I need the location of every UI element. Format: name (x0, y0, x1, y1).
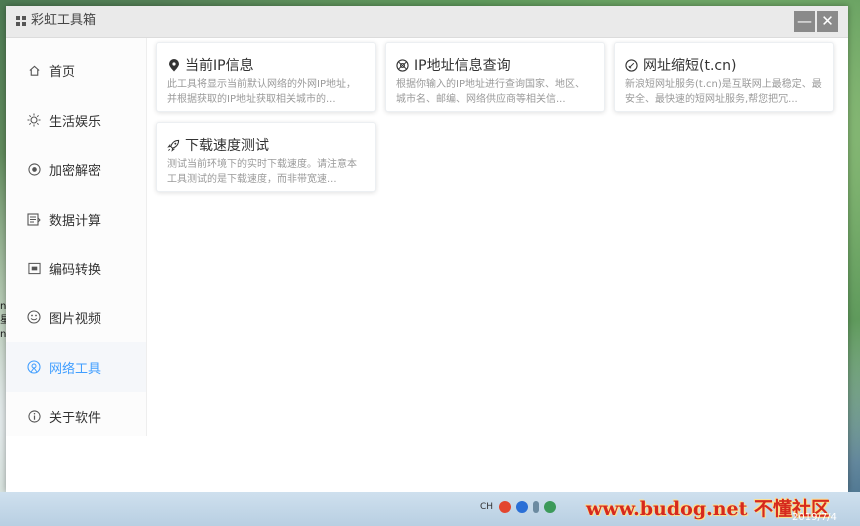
sidebar-item-label: 网络工具 (49, 361, 102, 377)
sidebar-item-media[interactable]: 图片视频 (6, 292, 146, 342)
main-content: 当前IP信息 此工具将显示当前默认网络的外网IP地址，并根据获取的IP地址获取相… (147, 38, 848, 492)
minimize-button[interactable]: — (794, 11, 815, 32)
card-title: 下载速度测试 (185, 138, 269, 154)
app-window: 彩虹工具箱 — ✕ 首页 生活娱乐 加密解密 数据计算 编码转换 图片视频 网络… (6, 6, 848, 492)
sidebar-item-label: 关于软件 (49, 410, 102, 426)
card-description: 根据你输入的IP地址进行查询国家、地区、城市名、邮编、网络供应商等相关信... (396, 79, 585, 105)
app-grid-icon (16, 16, 27, 27)
tool-card-url-shortener[interactable]: 网址缩短(t.cn) 新浪短网址服务(t.cn)是互联网上最稳定、最安全、最快速… (614, 42, 834, 112)
sidebar-item-home[interactable]: 首页 (6, 45, 146, 95)
title-bar[interactable]: 彩虹工具箱 — ✕ (6, 6, 848, 38)
tool-card-current-ip[interactable]: 当前IP信息 此工具将显示当前默认网络的外网IP地址，并根据获取的IP地址获取相… (156, 42, 376, 112)
card-description: 此工具将显示当前默认网络的外网IP地址，并根据获取的IP地址获取相关城市的... (167, 79, 356, 105)
card-title: 当前IP信息 (185, 58, 254, 74)
code-box-icon (27, 261, 41, 275)
card-title: IP地址信息查询 (414, 58, 511, 74)
sidebar: 首页 生活娱乐 加密解密 数据计算 编码转换 图片视频 网络工具 关于软件 (6, 38, 147, 436)
sidebar-item-label: 加密解密 (49, 163, 102, 179)
network-icon (27, 360, 41, 374)
card-description: 测试当前环境下的实时下载速度。请注意本工具测试的是下载速度，而非带宽速... (167, 159, 357, 185)
taskbar-date: 2019/7/4 (792, 512, 837, 523)
ime-indicator[interactable]: CH (480, 502, 493, 512)
sidebar-item-network[interactable]: 网络工具 (6, 342, 146, 392)
calculator-icon (27, 212, 41, 226)
location-pin-icon (167, 58, 180, 72)
card-description: 新浪短网址服务(t.cn)是互联网上最稳定、最安全、最快速的短网址服务,帮您把冗… (625, 79, 822, 105)
sidebar-item-life[interactable]: 生活娱乐 (6, 95, 146, 145)
app-tray-icon[interactable] (544, 501, 557, 513)
close-button[interactable]: ✕ (817, 11, 838, 32)
sidebar-item-encode[interactable]: 编码转换 (6, 243, 146, 293)
sidebar-item-label: 首页 (49, 64, 76, 80)
tool-card-ip-lookup[interactable]: IP地址信息查询 根据你输入的IP地址进行查询国家、地区、城市名、邮编、网络供应… (385, 42, 605, 112)
network-tray-icon[interactable] (533, 501, 540, 513)
sogou-icon[interactable] (499, 501, 512, 513)
sun-icon (27, 113, 41, 127)
tool-card-speed-test[interactable]: 下载速度测试 测试当前环境下的实时下载速度。请注意本工具测试的是下载速度，而非带… (156, 122, 376, 192)
sidebar-item-label: 数据计算 (49, 213, 102, 229)
sidebar-item-label: 编码转换 (49, 262, 102, 278)
sidebar-item-label: 图片视频 (49, 311, 102, 327)
help-icon[interactable] (516, 501, 529, 513)
app-title: 彩虹工具箱 (31, 13, 97, 28)
card-title: 网址缩短(t.cn) (643, 58, 737, 74)
lock-circle-icon (27, 162, 41, 176)
sidebar-item-calc[interactable]: 数据计算 (6, 194, 146, 244)
rocket-icon (167, 139, 180, 152)
globe-icon (396, 58, 409, 72)
info-icon (27, 409, 41, 423)
system-tray: CH (480, 501, 561, 513)
link-circle-icon (625, 58, 638, 72)
sidebar-item-crypto[interactable]: 加密解密 (6, 144, 146, 194)
sidebar-item-label: 生活娱乐 (49, 114, 102, 130)
smile-image-icon (27, 310, 41, 324)
home-icon (27, 63, 41, 77)
sidebar-item-about[interactable]: 关于软件 (6, 391, 146, 441)
